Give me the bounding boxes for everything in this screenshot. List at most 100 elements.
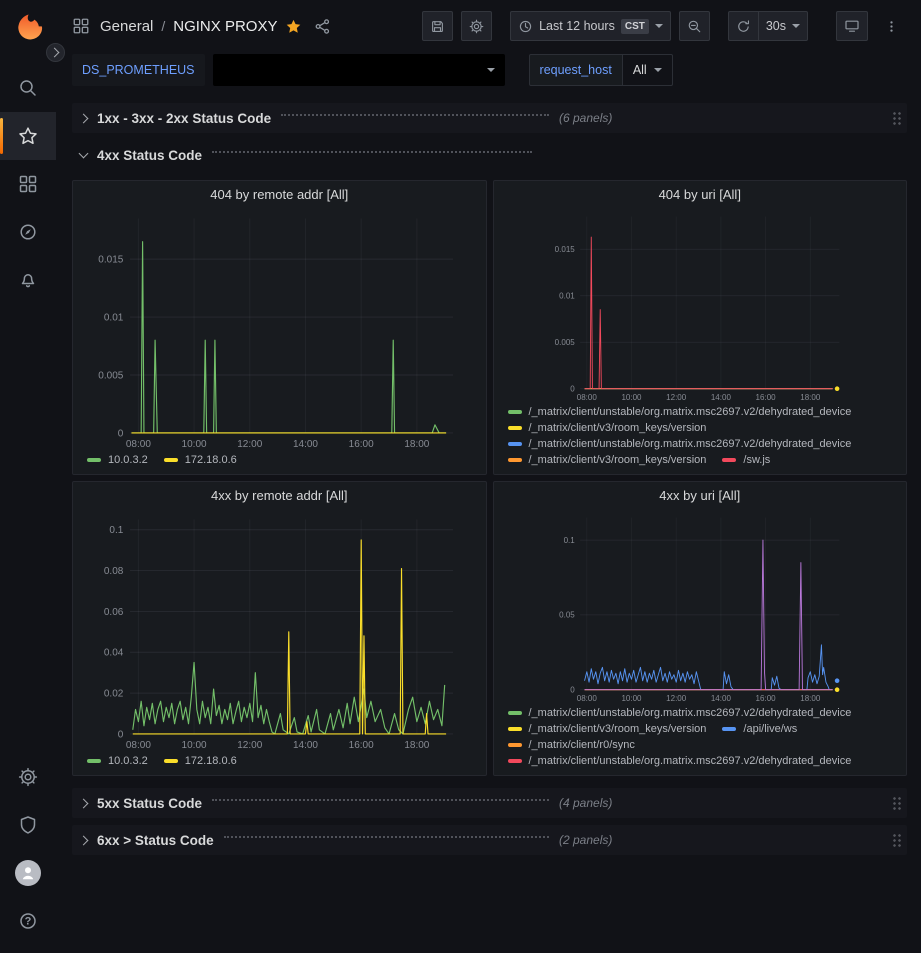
legend-item[interactable]: 172.18.0.6: [164, 755, 237, 767]
row-1xx-3xx-2xx[interactable]: 1xx - 3xx - 2xx Status Code (6 panels): [72, 103, 907, 133]
panel-title[interactable]: 4xx by remote addr [All]: [73, 482, 486, 508]
legend-color-swatch: [164, 458, 178, 462]
save-dashboard-button[interactable]: [422, 11, 453, 41]
sidebar-item-profile[interactable]: [0, 849, 56, 897]
dotted-leader: [212, 151, 532, 153]
apps-grid-icon[interactable]: [72, 17, 90, 35]
chart-4xx-by-uri[interactable]: 00.050.108:0010:0012:0014:0016:0018:00: [498, 510, 899, 705]
chevron-right-icon: [79, 113, 89, 123]
datasource-variable-label[interactable]: DS_PROMETHEUS: [72, 54, 205, 86]
dashboard-body: 1xx - 3xx - 2xx Status Code (6 panels) 4…: [56, 103, 921, 855]
row-title: 1xx - 3xx - 2xx Status Code: [97, 111, 271, 126]
gear-icon: [469, 19, 484, 34]
sidebar-item-configuration[interactable]: [0, 753, 56, 801]
sidebar-item-dashboards[interactable]: [0, 160, 56, 208]
row-5xx[interactable]: 5xx Status Code (4 panels): [72, 788, 907, 818]
svg-text:14:00: 14:00: [293, 740, 318, 751]
row-drag-handle[interactable]: [891, 110, 901, 126]
sidebar-item-help[interactable]: ?: [0, 897, 56, 945]
svg-text:0.05: 0.05: [559, 611, 575, 620]
favorite-star-icon[interactable]: [285, 18, 302, 35]
request-host-label[interactable]: request_host: [529, 54, 623, 86]
legend-item[interactable]: 10.0.3.2: [87, 755, 148, 767]
legend-label: /_matrix/client/unstable/org.matrix.msc2…: [529, 438, 852, 450]
panel-404-by-uri: 404 by uri [All] 00.0050.010.01508:0010:…: [493, 180, 908, 475]
legend-item[interactable]: /_matrix/client/unstable/org.matrix.msc2…: [508, 707, 852, 719]
share-icon[interactable]: [314, 18, 331, 35]
legend-label: /_matrix/client/unstable/org.matrix.msc2…: [529, 755, 852, 767]
breadcrumb-dashboard-title[interactable]: NGINX PROXY: [173, 18, 277, 35]
svg-text:18:00: 18:00: [800, 694, 821, 703]
chart-4xx-by-remote-addr[interactable]: 00.020.040.060.080.108:0010:0012:0014:00…: [77, 510, 478, 753]
sidebar-item-explore[interactable]: [0, 208, 56, 256]
legend-item[interactable]: /sw.js: [722, 454, 770, 466]
legend-color-swatch: [508, 743, 522, 747]
legend-item[interactable]: /_matrix/client/v3/room_keys/version: [508, 422, 707, 434]
bell-icon: [18, 270, 38, 290]
chart-404-by-uri[interactable]: 00.0050.010.01508:0010:0012:0014:0016:00…: [498, 209, 899, 404]
legend-item[interactable]: /_matrix/client/v3/room_keys/version: [508, 454, 707, 466]
svg-text:16:00: 16:00: [755, 694, 776, 703]
chart-404-by-remote-addr[interactable]: 00.0050.010.01508:0010:0012:0014:0016:00…: [77, 209, 478, 452]
panel-title[interactable]: 404 by uri [All]: [494, 181, 907, 207]
chevron-right-icon: [79, 835, 89, 845]
chart-legend: /_matrix/client/unstable/org.matrix.msc2…: [494, 404, 907, 474]
request-host-value-dropdown[interactable]: All: [623, 54, 673, 86]
legend-color-swatch: [508, 711, 522, 715]
sidebar-item-starred[interactable]: [0, 112, 56, 160]
legend-item[interactable]: /_matrix/client/unstable/org.matrix.msc2…: [508, 755, 852, 767]
gear-icon: [18, 767, 38, 787]
legend-item[interactable]: /_matrix/client/v3/room_keys/version: [508, 723, 707, 735]
row-drag-handle[interactable]: [891, 795, 901, 811]
sidebar-item-search[interactable]: [0, 64, 56, 112]
svg-text:0.005: 0.005: [554, 338, 575, 347]
chevron-down-icon: [792, 24, 800, 28]
legend-color-swatch: [164, 759, 178, 763]
legend-item[interactable]: 10.0.3.2: [87, 454, 148, 466]
search-icon: [18, 78, 38, 98]
sidebar-item-server-admin[interactable]: [0, 801, 56, 849]
zoom-out-button[interactable]: [679, 11, 710, 41]
breadcrumb-section[interactable]: General: [100, 18, 153, 35]
sidebar-expand-button[interactable]: [46, 43, 65, 62]
dashboard-settings-button[interactable]: [461, 11, 492, 41]
svg-text:18:00: 18:00: [404, 740, 429, 751]
row-panel-count: (4 panels): [559, 796, 612, 810]
timezone-badge: CST: [621, 19, 649, 34]
legend-label: 172.18.0.6: [185, 454, 237, 466]
sidebar-item-alerting[interactable]: [0, 256, 56, 304]
chevron-down-icon: [655, 24, 663, 28]
kebab-menu-button[interactable]: [876, 11, 907, 41]
svg-text:16:00: 16:00: [349, 439, 374, 450]
svg-text:14:00: 14:00: [710, 694, 731, 703]
row-drag-handle[interactable]: [891, 832, 901, 848]
sidebar-nav: [0, 64, 56, 304]
legend-item[interactable]: /api/live/ws: [722, 723, 797, 735]
panel-title[interactable]: 4xx by uri [All]: [494, 482, 907, 508]
legend-color-swatch: [508, 442, 522, 446]
legend-item[interactable]: 172.18.0.6: [164, 454, 237, 466]
datasource-value-dropdown[interactable]: [213, 54, 505, 86]
legend-item[interactable]: /_matrix/client/unstable/org.matrix.msc2…: [508, 406, 852, 418]
chevron-right-icon: [50, 48, 60, 58]
legend-item[interactable]: /_matrix/client/unstable/org.matrix.msc2…: [508, 438, 852, 450]
legend-label: 10.0.3.2: [108, 454, 148, 466]
tv-mode-button[interactable]: [836, 11, 868, 41]
dashboards-grid-icon: [18, 174, 38, 194]
dotted-leader: [281, 114, 549, 116]
time-range-picker[interactable]: Last 12 hours CST: [510, 11, 671, 41]
legend-item[interactable]: /_matrix/client/r0/sync: [508, 739, 635, 751]
clock-icon: [518, 19, 533, 34]
svg-text:12:00: 12:00: [237, 439, 262, 450]
row-6xx[interactable]: 6xx > Status Code (2 panels): [72, 825, 907, 855]
svg-text:0.1: 0.1: [563, 536, 575, 545]
legend-label: /_matrix/client/v3/room_keys/version: [529, 723, 707, 735]
svg-text:0.02: 0.02: [104, 688, 124, 699]
refresh-button[interactable]: [728, 11, 759, 41]
refresh-icon: [736, 19, 751, 34]
row-4xx[interactable]: 4xx Status Code: [72, 140, 907, 170]
svg-text:14:00: 14:00: [293, 439, 318, 450]
panel-title[interactable]: 404 by remote addr [All]: [73, 181, 486, 207]
refresh-interval-dropdown[interactable]: 30s: [759, 11, 808, 41]
breadcrumb: General / NGINX PROXY: [100, 18, 331, 35]
